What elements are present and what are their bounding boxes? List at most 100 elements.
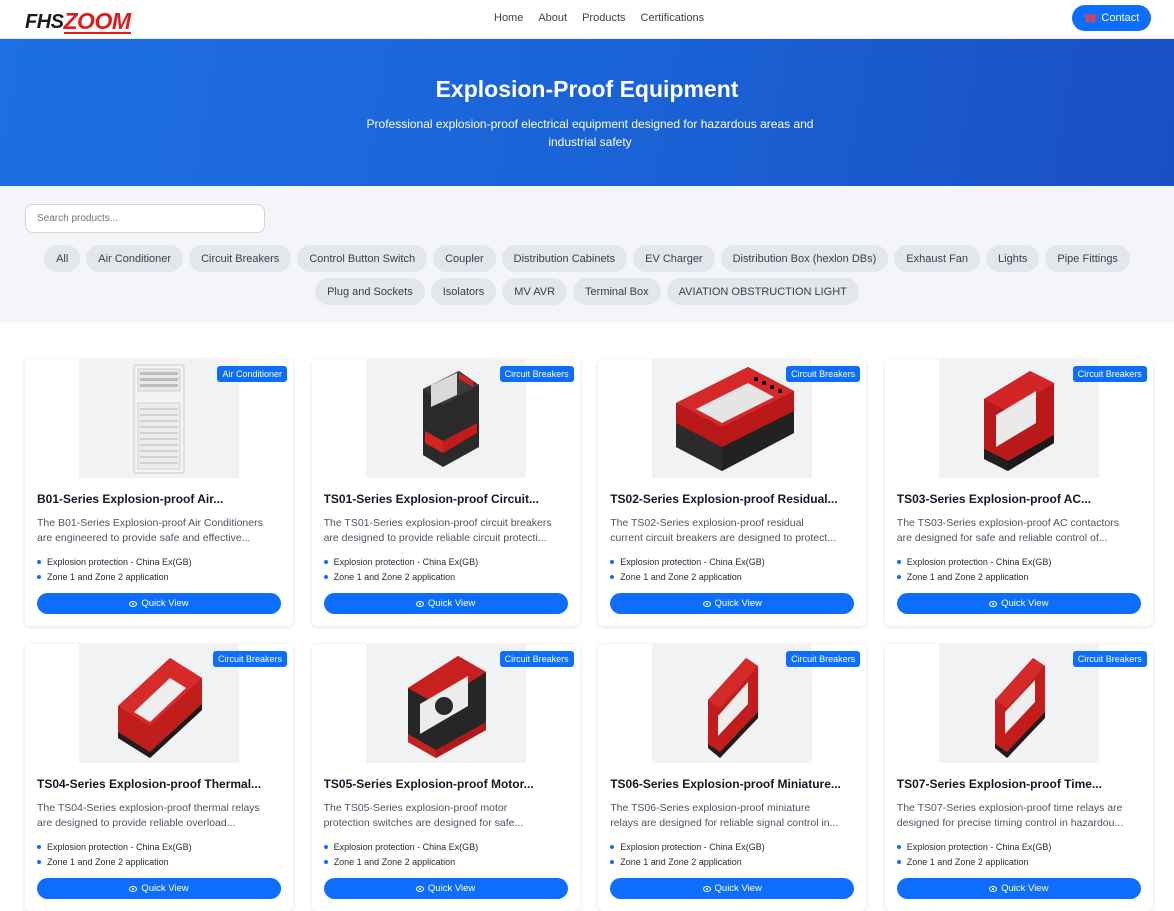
chip-aviation-obstruction-light[interactable]: AVIATION OBSTRUCTION LIGHT xyxy=(666,278,859,305)
quick-view-label: Quick View xyxy=(141,883,189,894)
category-chips-row-1: All Air Conditioner Circuit Breakers Con… xyxy=(25,245,1149,272)
product-title[interactable]: B01-Series Explosion-proof Air... xyxy=(37,492,283,506)
nav-home[interactable]: Home xyxy=(494,12,523,24)
product-title[interactable]: TS03-Series Explosion-proof AC... xyxy=(897,492,1143,506)
page-title: Explosion-Proof Equipment xyxy=(435,76,739,102)
chip-coupler[interactable]: Coupler xyxy=(433,245,496,272)
product-card[interactable]: Circuit Breakers TS07-Series Explosion-p… xyxy=(884,644,1153,911)
category-badge: Circuit Breakers xyxy=(786,366,861,382)
chip-distribution-cabinets[interactable]: Distribution Cabinets xyxy=(501,245,628,272)
category-badge: Circuit Breakers xyxy=(212,651,287,667)
chip-air-conditioner[interactable]: Air Conditioner xyxy=(86,245,184,272)
chip-pipe-fittings[interactable]: Pipe Fittings xyxy=(1045,245,1130,272)
product-description-line: are designed for safe and reliable contr… xyxy=(896,532,1108,544)
product-title[interactable]: TS01-Series Explosion-proof Circuit... xyxy=(324,492,570,506)
product-description-line: are designed to provide reliable circuit… xyxy=(323,532,547,544)
product-title[interactable]: TS07-Series Explosion-proof Time... xyxy=(897,777,1143,791)
quick-view-button[interactable]: Quick View xyxy=(896,593,1141,614)
product-description-line: current circuit breakers are designed to… xyxy=(610,532,837,544)
motor-protection-switch-image xyxy=(407,655,486,758)
quick-view-button[interactable]: Quick View xyxy=(323,593,568,614)
product-description: The TS06-Series explosion-proof miniatur… xyxy=(610,801,856,831)
nav-about[interactable]: About xyxy=(538,12,567,24)
filter-panel: All Air Conditioner Circuit Breakers Con… xyxy=(0,186,1174,323)
feature-item: Zone 1 and Zone 2 application xyxy=(37,569,192,584)
product-image[interactable] xyxy=(79,359,239,478)
phone-icon: ☎ xyxy=(1083,12,1098,25)
nav-products[interactable]: Products xyxy=(582,12,625,24)
chip-distribution-box[interactable]: Distribution Box (hexlon DBs) xyxy=(720,245,889,272)
product-description-line: The TS05-Series explosion-proof motor xyxy=(323,802,508,814)
feature-item: Explosion protection - China Ex(GB) xyxy=(610,839,765,854)
chip-terminal-box[interactable]: Terminal Box xyxy=(573,278,661,305)
category-badge: Air Conditioner xyxy=(217,366,287,382)
quick-view-button[interactable]: Quick View xyxy=(37,593,281,614)
product-card[interactable]: Circuit Breakers TS03-Series Explosion-p… xyxy=(884,359,1153,626)
chip-exhaust-fan[interactable]: Exhaust Fan xyxy=(894,245,981,272)
product-card[interactable]: Circuit Breakers TS02-Series Explosion-p… xyxy=(598,359,867,626)
quick-view-button[interactable]: Quick View xyxy=(610,878,855,899)
product-description: The TS07-Series explosion-proof time rel… xyxy=(897,801,1143,831)
chip-mv-avr[interactable]: MV AVR xyxy=(502,278,568,305)
chip-lights[interactable]: Lights xyxy=(986,245,1040,272)
feature-list: Explosion protection - China Ex(GB) Zone… xyxy=(610,839,765,869)
page-subtitle: Professional explosion-proof electrical … xyxy=(366,117,814,149)
contact-button[interactable]: ☎ Contact xyxy=(1072,5,1151,31)
product-description-line: The TS04-Series explosion-proof thermal … xyxy=(37,802,260,814)
chip-ev-charger[interactable]: EV Charger xyxy=(633,245,715,272)
product-title[interactable]: TS05-Series Explosion-proof Motor... xyxy=(324,777,570,791)
contactor-image xyxy=(983,370,1054,471)
quick-view-button[interactable]: Quick View xyxy=(37,878,281,899)
air-conditioner-image xyxy=(133,364,185,473)
eye-icon xyxy=(702,600,711,607)
feature-list: Explosion protection - China Ex(GB) Zone… xyxy=(897,839,1052,869)
quick-view-label: Quick View xyxy=(427,598,476,609)
product-title[interactable]: TS06-Series Explosion-proof Miniature... xyxy=(610,777,856,791)
logo-text-fhs: FHS xyxy=(25,11,64,33)
chip-control-button-switch[interactable]: Control Button Switch xyxy=(297,245,428,272)
nav-certifications[interactable]: Certifications xyxy=(641,12,705,24)
top-navbar: FHS ZOOM Home About Products Certificati… xyxy=(0,0,1174,39)
quick-view-button[interactable]: Quick View xyxy=(896,878,1141,899)
product-description-line: are designed to provide reliable overloa… xyxy=(37,817,236,829)
product-card[interactable]: Circuit Breakers TS06-Series Explosion-p… xyxy=(598,644,867,911)
quick-view-label: Quick View xyxy=(1001,883,1049,894)
quick-view-button[interactable]: Quick View xyxy=(323,878,568,899)
brand-logo[interactable]: FHS ZOOM xyxy=(25,6,131,34)
feature-item: Explosion protection - China Ex(GB) xyxy=(324,554,479,569)
eye-icon xyxy=(415,885,424,892)
category-badge: Circuit Breakers xyxy=(1072,651,1147,667)
search-input[interactable] xyxy=(25,204,265,233)
category-chips-row-2: Plug and Sockets Isolators MV AVR Termin… xyxy=(25,278,1149,305)
product-title[interactable]: TS02-Series Explosion-proof Residual... xyxy=(610,492,856,506)
product-card[interactable]: Circuit Breakers TS01-Series Explosion-p… xyxy=(311,359,580,626)
product-card[interactable]: Circuit Breakers TS04-Series Explosion-p… xyxy=(25,644,293,911)
product-description-line: The TS07-Series explosion-proof time rel… xyxy=(896,802,1123,814)
quick-view-label: Quick View xyxy=(141,598,189,609)
chip-circuit-breakers[interactable]: Circuit Breakers xyxy=(189,245,292,272)
product-description: The TS01-Series explosion-proof circuit … xyxy=(324,516,570,546)
product-description-line: The TS02-Series explosion-proof residual xyxy=(610,517,804,529)
feature-item: Explosion protection - China Ex(GB) xyxy=(37,839,192,854)
feature-list: Explosion protection - China Ex(GB) Zone… xyxy=(610,554,765,584)
product-description: The TS04-Series explosion-proof thermal … xyxy=(37,801,283,831)
product-description: The TS05-Series explosion-proof motor pro… xyxy=(324,801,570,831)
contact-label: Contact xyxy=(1101,12,1140,24)
quick-view-button[interactable]: Quick View xyxy=(610,593,855,614)
product-grid: Air Conditioner B01-Series Explosion-pro… xyxy=(25,359,1153,911)
circuit-breaker-image xyxy=(422,370,479,467)
product-card[interactable]: Circuit Breakers TS05-Series Explosion-p… xyxy=(311,644,580,911)
product-card[interactable]: Air Conditioner B01-Series Explosion-pro… xyxy=(25,359,293,626)
feature-list: Explosion protection - China Ex(GB) Zone… xyxy=(897,554,1052,584)
eye-icon xyxy=(989,600,998,607)
chip-plug-and-sockets[interactable]: Plug and Sockets xyxy=(315,278,425,305)
product-description: The TS03-Series explosion-proof AC conta… xyxy=(897,516,1143,546)
category-badge: Circuit Breakers xyxy=(499,366,574,382)
chip-all[interactable]: All xyxy=(44,245,81,272)
feature-item: Explosion protection - China Ex(GB) xyxy=(610,554,765,569)
product-description-line: The B01-Series Explosion-proof Air Condi… xyxy=(37,517,263,529)
product-description-line: protection switches are designed for saf… xyxy=(323,817,524,829)
product-title[interactable]: TS04-Series Explosion-proof Thermal... xyxy=(37,777,283,791)
product-description-line: The TS01-Series explosion-proof circuit … xyxy=(323,517,552,529)
chip-isolators[interactable]: Isolators xyxy=(430,278,497,305)
